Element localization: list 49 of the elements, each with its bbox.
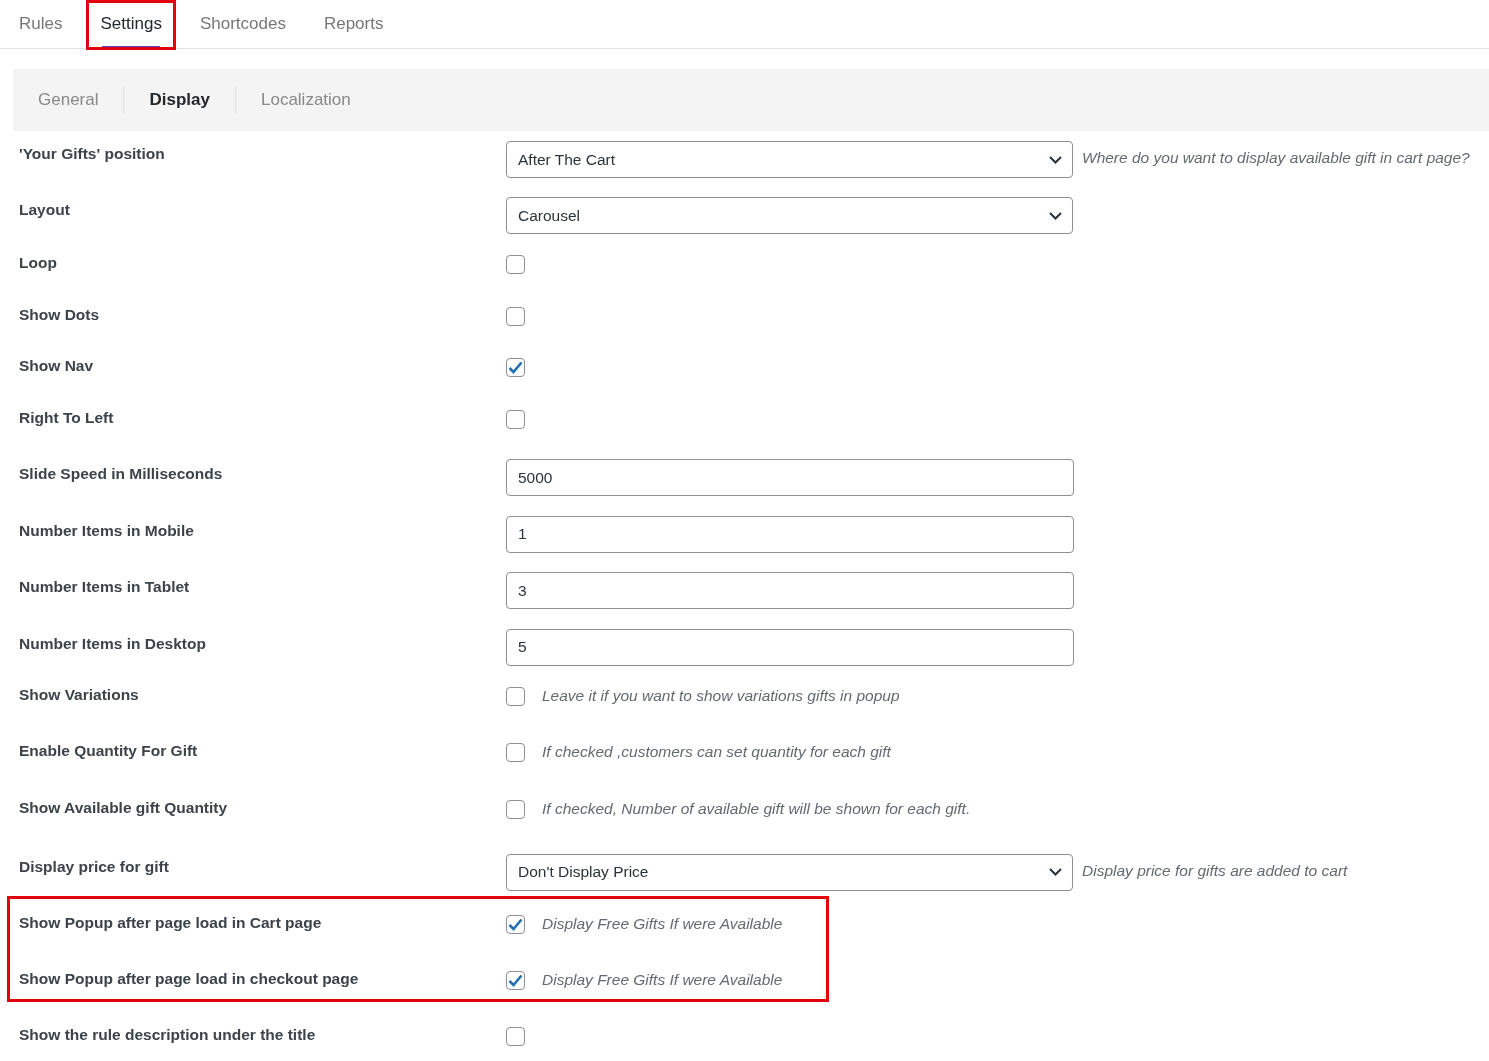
chevron-down-icon [1049, 211, 1062, 220]
field-label: Enable Quantity For Gift [19, 741, 199, 761]
checkbox[interactable] [506, 409, 525, 429]
checkbox[interactable] [506, 687, 525, 706]
field-label: Number Items in Mobile [19, 520, 195, 540]
help-text: Leave it if you want to show variations gifts in popup [542, 686, 900, 705]
input-field[interactable]: 5000 [506, 459, 1074, 496]
tab[interactable]: Reports [310, 0, 397, 48]
checkbox[interactable] [506, 358, 525, 377]
help-text: If checked ,customers can set quantity for each gift [542, 742, 891, 762]
input-field[interactable]: 1 [506, 515, 1074, 553]
field-label: Show Available gift Quantity [19, 797, 229, 817]
checkbox[interactable] [506, 743, 525, 763]
dropdown[interactable]: Carousel [506, 197, 1073, 234]
help-text: Display Free Gifts If were Available [542, 913, 783, 933]
dropdown[interactable]: After The Cart [506, 141, 1073, 178]
field-label: 'Your Gifts' position [19, 144, 166, 163]
dropdown[interactable]: Don't Display Price [506, 853, 1073, 891]
subtab[interactable]: Display [136, 90, 223, 110]
field-label: Show Popup after page load in Cart page [19, 912, 323, 932]
field-label: Display price for gift [19, 856, 170, 876]
field-label: Show Popup after page load in checkout page [19, 969, 360, 989]
help-text: If checked, Number of available gift will be shown for each gift. [542, 798, 971, 818]
checkbox[interactable] [506, 971, 525, 991]
field-label: Number Items in Tablet [19, 577, 191, 596]
field-label: Number Items in Desktop [19, 633, 207, 653]
help-text: Display price for gifts are added to cart [1082, 860, 1348, 880]
field-label: Show Dots [19, 304, 101, 324]
chevron-down-icon [1049, 155, 1062, 164]
checkbox[interactable] [506, 799, 525, 819]
tab[interactable]: Rules [6, 0, 76, 48]
chevron-down-icon [1049, 868, 1062, 877]
field-label: Loop [19, 253, 58, 272]
help-text: Where do you want to display available gift in cart page? [1082, 148, 1470, 167]
field-label: Show Variations [19, 685, 140, 704]
checkbox[interactable] [506, 306, 525, 326]
field-label: Right To Left [19, 407, 115, 427]
field-label: Layout [19, 200, 71, 219]
checkbox[interactable] [506, 255, 525, 274]
tab[interactable]: Shortcodes [186, 0, 299, 48]
help-text: Display Free Gifts If were Available [542, 970, 783, 990]
checkbox[interactable] [506, 914, 525, 934]
field-label: Slide Speed in Milliseconds [19, 464, 224, 483]
field-label: Show Nav [19, 356, 95, 375]
checkbox[interactable] [506, 1027, 525, 1047]
tab[interactable]: Settings [87, 0, 175, 48]
field-label: Show the rule description under the title [19, 1025, 317, 1045]
input-field[interactable]: 3 [506, 572, 1074, 609]
input-field[interactable]: 5 [506, 628, 1074, 666]
